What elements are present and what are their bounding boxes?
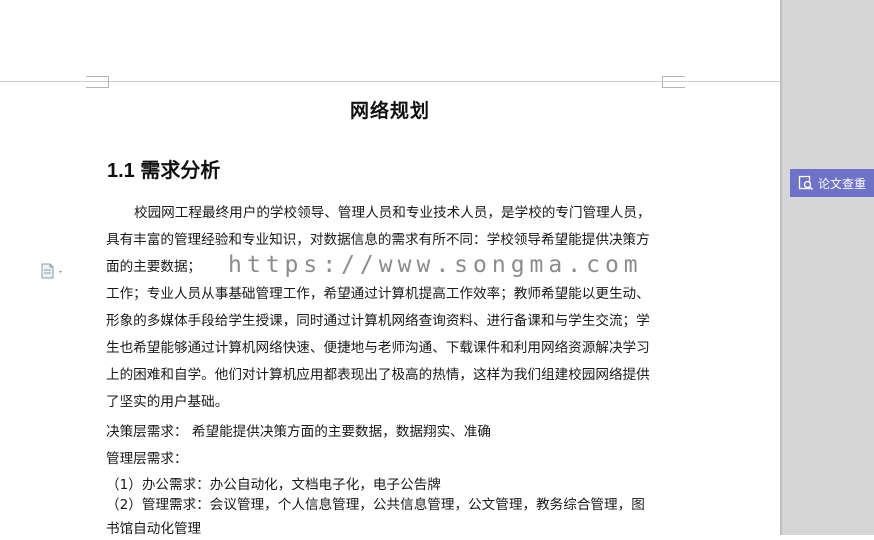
right-side-panel (780, 0, 874, 535)
document-title: 网络规划 (349, 100, 430, 122)
document-page: 网络规划 1.1 需求分析 校园网工程最终用户的学校领导、管理人员和专业技术人员… (0, 0, 780, 537)
body-paragraph: 校园网工程最终用户的学校领导、管理人员和专业技术人员，是学校的专门管理人员， 具… (106, 200, 664, 416)
management-need-line: 管理层需求： (106, 451, 188, 467)
paragraph-line: 校园网工程最终用户的学校领导、管理人员和专业技术人员，是学校的专门管理人员， (134, 205, 651, 221)
section-heading: 1.1 需求分析 (107, 160, 221, 182)
decision-need-line: 决策层需求： 希望能提供决策方面的主要数据，数据翔实、准确 (106, 424, 491, 440)
plagiarism-check-icon (798, 175, 814, 191)
margin-corner-mark-left (86, 76, 109, 88)
plagiarism-check-button[interactable]: 论文查重 (790, 169, 874, 197)
paragraph-line: 具有丰富的管理经验和专业知识，对数据信息的需求有所不同：学校领导希望能提供决策方 (106, 232, 650, 248)
paragraph-line: 了坚实的用户基础。 (106, 394, 229, 410)
page-edge-shadow (780, 0, 782, 535)
paragraph-line: 上的困难和自学。他们对计算机应用都表现出了极高的热情，这样为我们组建校园网络提供 (106, 367, 650, 383)
list-item-office: （1）办公需求：办公自动化，文档电子化，电子公告牌 (106, 477, 441, 493)
list-item-management-continued: 书馆自动化管理 (106, 521, 202, 537)
paragraph-line: 工作；专业人员从事基础管理工作，希望通过计算机提高工作效率；教师希望能以更生动、 (106, 286, 650, 302)
document-icon[interactable] (40, 263, 62, 279)
margin-corner-mark-right (662, 76, 685, 88)
paragraph-line: 形象的多媒体手段给学生授课，同时通过计算机网络查询资料、进行备课和与学生交流；学 (106, 313, 650, 329)
plagiarism-check-label: 论文查重 (818, 176, 867, 191)
paragraph-line: 生也希望能够通过计算机网络快速、便捷地与老师沟通、下载课件和利用网络资源解决学习 (106, 340, 650, 356)
list-item-management: （2）管理需求：会议管理，个人信息管理，公共信息管理，公文管理，教务综合管理，图 (106, 497, 645, 513)
watermark-text: https://www.songma.com (228, 252, 643, 278)
